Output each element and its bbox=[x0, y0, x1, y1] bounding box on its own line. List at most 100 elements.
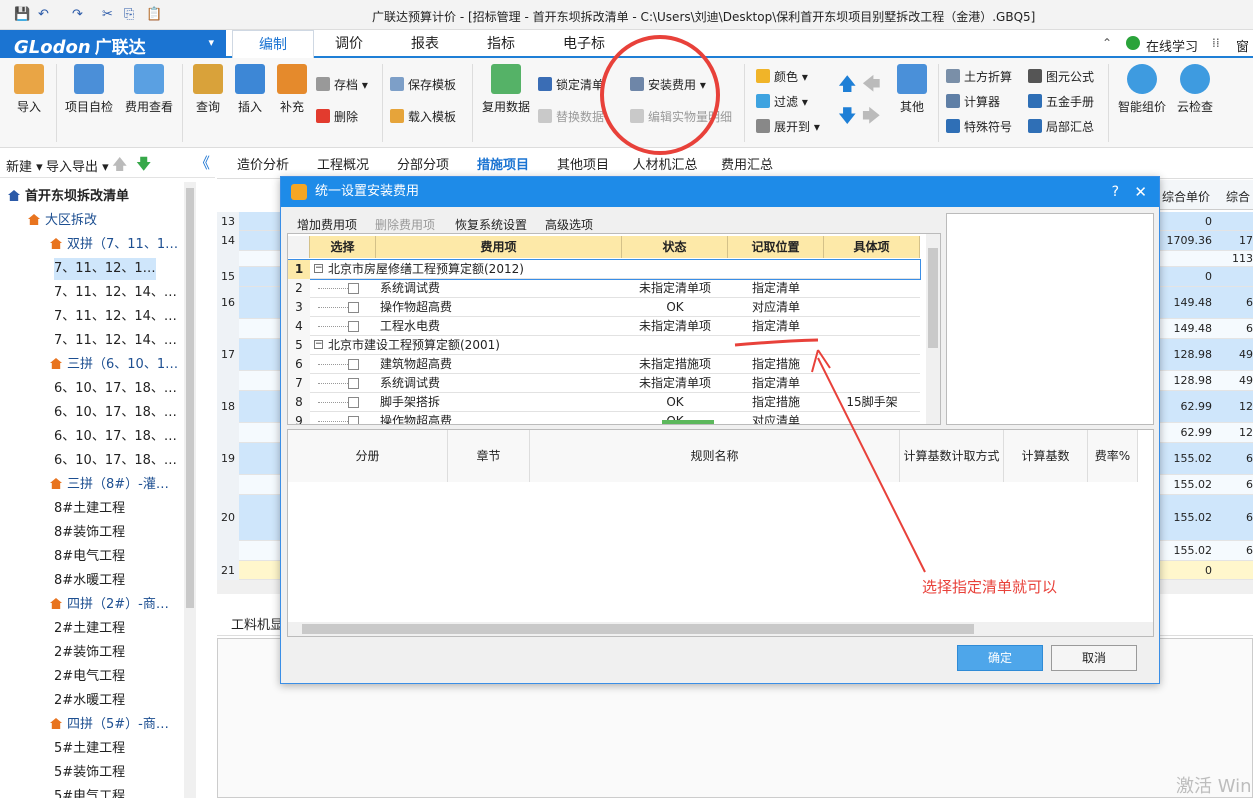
unit-price-cell[interactable]: 0 bbox=[1160, 561, 1215, 580]
tree-node[interactable]: 2#土建工程 bbox=[54, 618, 125, 640]
other-button[interactable]: 其他 bbox=[890, 58, 934, 115]
window-menu[interactable]: 窗 bbox=[1236, 36, 1249, 55]
smart-price-button[interactable]: 智能组价 bbox=[1114, 58, 1170, 115]
unit-price-cell[interactable] bbox=[1160, 251, 1215, 267]
select-checkbox[interactable] bbox=[348, 283, 359, 294]
tree-node[interactable]: 三拼（6、10、1… bbox=[50, 354, 178, 376]
cut-icon[interactable]: ✂ bbox=[102, 7, 113, 22]
fee-item-row[interactable]: 7 系统调试费 未指定清单项 指定清单 bbox=[288, 374, 920, 393]
fee-view-button[interactable]: 费用查看 bbox=[120, 58, 178, 115]
total-cell[interactable] bbox=[1217, 267, 1253, 287]
total-cell[interactable]: 6 bbox=[1217, 443, 1253, 475]
online-learning-icon[interactable] bbox=[1126, 36, 1140, 50]
save-template-button[interactable]: 保存模板 bbox=[390, 76, 456, 93]
tree-node[interactable]: 7、11、12、14、… bbox=[54, 282, 177, 304]
total-cell[interactable]: 6 bbox=[1217, 475, 1253, 495]
logo-dropdown-icon[interactable]: ▾ bbox=[208, 36, 214, 49]
tree-scrollbar[interactable] bbox=[184, 182, 196, 798]
arrow-up-icon[interactable]: 🡅 bbox=[112, 154, 127, 179]
grid-menu-icon[interactable]: ⁞⁞ bbox=[1212, 36, 1220, 50]
select-checkbox[interactable] bbox=[348, 321, 359, 332]
tree-node[interactable]: 四拼（2#）-商… bbox=[50, 594, 169, 616]
fee-item-row[interactable]: 2 系统调试费 未指定清单项 指定清单 bbox=[288, 279, 920, 298]
delete-fee-item-button[interactable]: 删除费用项 bbox=[375, 216, 435, 233]
unit-price-cell[interactable]: 0 bbox=[1160, 212, 1215, 231]
tab-baobiao[interactable]: 报表 bbox=[390, 30, 460, 58]
select-checkbox[interactable] bbox=[348, 397, 359, 408]
fee-group-row[interactable]: 1− 北京市房屋修缮工程预算定额(2012) bbox=[288, 259, 921, 280]
tree-node[interactable]: 2#水暖工程 bbox=[54, 690, 125, 712]
insert-button[interactable]: 插入 bbox=[230, 58, 270, 115]
tree-root[interactable]: 首开东坝拆改清单 bbox=[8, 186, 129, 208]
total-cell[interactable]: 6 bbox=[1217, 495, 1253, 541]
total-cell[interactable] bbox=[1217, 561, 1253, 580]
move-right-icon[interactable]: 🡆 bbox=[862, 104, 881, 134]
tree-node[interactable]: 5#装饰工程 bbox=[54, 762, 125, 784]
calculator-button[interactable]: 计算器 bbox=[946, 93, 1000, 110]
fee-position[interactable]: 对应清单 bbox=[728, 298, 824, 317]
tree-node[interactable]: 5#电气工程 bbox=[54, 786, 125, 798]
import-export-button[interactable]: 导入导出 ▾ bbox=[46, 156, 109, 175]
unit-price-cell[interactable]: 149.48 bbox=[1160, 319, 1215, 339]
collapse-toggle-icon[interactable]: − bbox=[314, 264, 323, 273]
cancel-button[interactable]: 取消 bbox=[1051, 645, 1137, 671]
tree-node[interactable]: 8#电气工程 bbox=[54, 546, 125, 568]
figure-formula-button[interactable]: 图元公式 bbox=[1028, 68, 1094, 85]
edit-detail-button[interactable]: 编辑实物量明细 bbox=[630, 108, 732, 125]
tab-tiaojia[interactable]: 调价 bbox=[314, 30, 384, 58]
expand-to-button[interactable]: 展开到 ▾ bbox=[756, 118, 820, 135]
arrow-down-icon[interactable]: 🡇 bbox=[136, 154, 151, 179]
fee-grid-scroll-thumb[interactable] bbox=[928, 248, 938, 348]
fee-position[interactable]: 指定措施 bbox=[728, 393, 824, 412]
unit-price-cell[interactable]: 62.99 bbox=[1160, 391, 1215, 423]
fee-position[interactable]: 指定清单 bbox=[728, 279, 824, 298]
fee-item-row[interactable]: 8 脚手架搭拆 OK 指定措施 15脚手架 bbox=[288, 393, 920, 412]
unit-price-cell[interactable]: 1709.36 bbox=[1160, 231, 1215, 251]
color-button[interactable]: 颜色 ▾ bbox=[756, 68, 808, 85]
total-cell[interactable]: 12 bbox=[1217, 423, 1253, 443]
unit-price-cell[interactable]: 128.98 bbox=[1160, 339, 1215, 371]
restore-default-button[interactable]: 恢复系统设置 bbox=[455, 216, 527, 233]
tree-node[interactable]: 双拼（7、11、1… bbox=[50, 234, 178, 256]
unit-price-cell[interactable]: 149.48 bbox=[1160, 287, 1215, 319]
move-up-icon[interactable]: 🡅 bbox=[838, 72, 857, 102]
load-template-button[interactable]: 载入模板 bbox=[390, 108, 456, 125]
new-button[interactable]: 新建 ▾ bbox=[6, 156, 43, 175]
rules-grid-hscrollbar[interactable] bbox=[288, 622, 1153, 636]
total-cell[interactable]: 12 bbox=[1217, 391, 1253, 423]
select-checkbox[interactable] bbox=[348, 302, 359, 313]
fee-position[interactable]: 指定措施 bbox=[728, 355, 824, 374]
tree-node[interactable]: 6、10、17、18、… bbox=[54, 402, 177, 424]
total-cell[interactable]: 6 bbox=[1217, 287, 1253, 319]
unit-price-cell[interactable]: 155.02 bbox=[1160, 475, 1215, 495]
fee-position[interactable]: 指定清单 bbox=[728, 374, 824, 393]
special-symbol-button[interactable]: 特殊符号 bbox=[946, 118, 1012, 135]
copy-icon[interactable]: ⎘ bbox=[124, 7, 134, 22]
import-button[interactable]: 导入 bbox=[6, 58, 52, 115]
tree-node[interactable]: 2#电气工程 bbox=[54, 666, 125, 688]
ribbon-collapse-icon[interactable]: ⌃ bbox=[1102, 36, 1112, 50]
move-down-icon[interactable]: 🡇 bbox=[838, 104, 857, 134]
supplement-button[interactable]: 补充 bbox=[272, 58, 312, 115]
tab-labor-material[interactable]: 工料机显 bbox=[231, 614, 283, 633]
tree-node[interactable]: 6、10、17、18、… bbox=[54, 450, 177, 472]
total-cell[interactable]: 49 bbox=[1217, 371, 1253, 391]
local-summary-button[interactable]: 局部汇总 bbox=[1028, 118, 1094, 135]
tree-node[interactable]: 2#装饰工程 bbox=[54, 642, 125, 664]
self-check-button[interactable]: 项目自检 bbox=[60, 58, 118, 115]
move-left-icon[interactable]: 🡄 bbox=[862, 72, 881, 102]
tree-node[interactable]: 8#土建工程 bbox=[54, 498, 125, 520]
paste-icon[interactable]: 📋 bbox=[146, 7, 162, 22]
tree-node[interactable]: 5#土建工程 bbox=[54, 738, 125, 760]
tree-node[interactable]: 6、10、17、18、… bbox=[54, 378, 177, 400]
splitter-handle[interactable] bbox=[662, 420, 714, 424]
tree-node[interactable]: 三拼（8#）-灌… bbox=[50, 474, 169, 496]
fee-grid-scrollbar[interactable] bbox=[926, 234, 940, 424]
tree-node[interactable]: 四拼（5#）-商… bbox=[50, 714, 169, 736]
rules-scroll-thumb[interactable] bbox=[302, 624, 974, 634]
dialog-title-bar[interactable]: 统一设置安装费用 ? ✕ bbox=[281, 177, 1159, 207]
ok-button[interactable]: 确定 bbox=[957, 645, 1043, 671]
close-icon[interactable]: ✕ bbox=[1134, 177, 1147, 207]
save-icon[interactable]: 💾 bbox=[14, 7, 30, 22]
total-cell[interactable]: 49 bbox=[1217, 339, 1253, 371]
